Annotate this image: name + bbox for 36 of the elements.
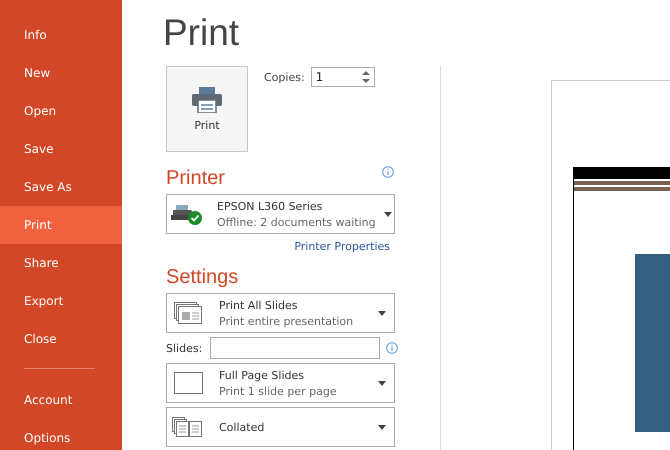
- settings-heading: Settings: [166, 265, 238, 289]
- menu-item[interactable]: Close: [0, 320, 122, 358]
- info-icon[interactable]: [386, 342, 398, 354]
- page-title: Print: [163, 11, 240, 55]
- printer-dropdown[interactable]: EPSON L360 Series Offline: 2 documents waiting: [166, 194, 395, 234]
- caret-icon: [384, 212, 392, 216]
- caret-icon: [378, 310, 386, 316]
- slides-field[interactable]: [210, 337, 380, 359]
- copies-spinner[interactable]: 1: [310, 67, 375, 87]
- menu-item[interactable]: Open: [0, 92, 122, 130]
- print-button[interactable]: Print: [166, 66, 248, 152]
- menu-item[interactable]: Save As: [0, 168, 122, 206]
- copies-label: Copies:: [264, 70, 305, 84]
- settings-dropdown[interactable]: Full Page Slides Print 1 slide per page: [166, 363, 395, 403]
- caret-icon: [378, 424, 386, 430]
- printer-ready-icon: [171, 202, 203, 226]
- menu-item[interactable]: Account: [0, 381, 122, 419]
- collate-stack-icon: [172, 417, 204, 437]
- printer-properties-link[interactable]: Printer Properties: [294, 240, 390, 253]
- menu-item[interactable]: New: [0, 54, 122, 92]
- caret-icon: [378, 380, 386, 386]
- slides-label: Slides:: [166, 342, 204, 354]
- menu-item[interactable]: Info: [0, 16, 122, 54]
- menu-item[interactable]: Options: [0, 419, 122, 450]
- printer-heading: Printer: [166, 166, 225, 190]
- info-icon[interactable]: [382, 166, 394, 178]
- spin-arrows-icon: [362, 70, 370, 84]
- slides-stack-icon: [174, 302, 202, 324]
- menu-item[interactable]: Share: [0, 244, 122, 282]
- slide-page-icon: [174, 372, 202, 394]
- menu-item[interactable]: Export: [0, 282, 122, 320]
- menu-item[interactable]: Save: [0, 130, 122, 168]
- settings-dropdown[interactable]: Print All Slides Print entire presentation: [166, 293, 395, 333]
- printer-icon: [192, 86, 222, 112]
- settings-dropdown[interactable]: Collated: [166, 407, 395, 447]
- menu-item[interactable]: Print: [0, 206, 122, 244]
